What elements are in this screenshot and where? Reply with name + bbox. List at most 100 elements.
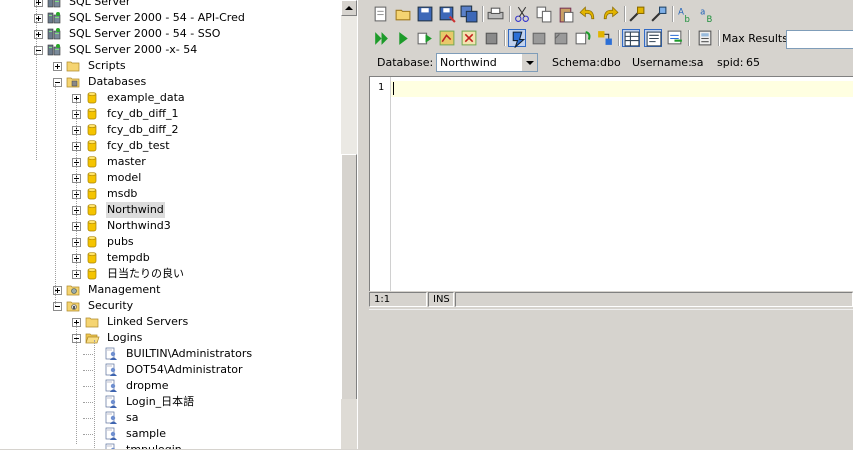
scroll-up-button[interactable] [341, 0, 357, 16]
tree-node-label[interactable]: fcy_db_diff_1 [106, 106, 180, 122]
tree-node-label[interactable]: BUILTIN\Administrators [125, 346, 253, 362]
tree-node[interactable]: SQL Server [0, 0, 341, 10]
tree-node[interactable]: SQL Server 2000 - 54 - SSO [0, 26, 341, 42]
tree-node-label[interactable]: SQL Server [68, 0, 131, 10]
tree-node[interactable]: DOT54\Administrator [0, 362, 341, 378]
scroll-track[interactable] [341, 399, 357, 449]
max-results-input[interactable] [786, 30, 853, 49]
rollback-icon[interactable] [552, 29, 570, 47]
tree-node-label[interactable]: Northwind [106, 202, 165, 218]
tree-node[interactable]: model [0, 170, 341, 186]
save-all-icon[interactable] [460, 5, 478, 23]
expand-icon[interactable] [53, 62, 62, 71]
tree-node-label[interactable]: msdb [106, 186, 138, 202]
tree-node[interactable]: tempdb [0, 250, 341, 266]
tree-node[interactable]: example_data [0, 90, 341, 106]
tree-node[interactable]: 日当たりの良い [0, 266, 341, 282]
print-icon[interactable] [486, 5, 504, 23]
tree-node-label[interactable]: example_data [106, 90, 186, 106]
tree-node-label[interactable]: master [106, 154, 147, 170]
tree-node[interactable]: Login_日本語 [0, 394, 341, 410]
commit-icon[interactable] [530, 29, 548, 47]
tree-node-label[interactable]: sa [125, 410, 139, 426]
tree-node[interactable]: Databases [0, 74, 341, 90]
tree-node-label[interactable]: Scripts [87, 58, 127, 74]
tree-node-label[interactable]: pubs [106, 234, 135, 250]
redo-icon[interactable] [601, 5, 619, 23]
panel-splitter[interactable] [357, 0, 367, 449]
copy-icon[interactable] [535, 5, 553, 23]
execute-current-icon[interactable] [416, 29, 434, 47]
undo-icon[interactable] [579, 5, 597, 23]
execute-all-icon[interactable] [372, 29, 390, 47]
tree-node[interactable]: pubs [0, 234, 341, 250]
tree-node[interactable]: Northwind [0, 202, 341, 218]
tree-node-label[interactable]: Logins [106, 330, 143, 346]
results-panel[interactable] [369, 309, 853, 450]
tree-node[interactable]: Security [0, 298, 341, 314]
tree-node-label[interactable]: SQL Server 2000 - 54 - API-Cred [68, 10, 246, 26]
tree-node[interactable]: Logins [0, 330, 341, 346]
grid-results-icon[interactable] [622, 29, 640, 47]
explain-plan-icon[interactable] [438, 29, 456, 47]
tree-node-label[interactable]: Management [87, 282, 161, 298]
tree-node[interactable]: msdb [0, 186, 341, 202]
tree-node-label[interactable]: Login_日本語 [125, 394, 195, 410]
save-icon[interactable] [416, 5, 434, 23]
format-sql-icon[interactable]: Ab [676, 5, 694, 24]
new-query-icon[interactable] [372, 5, 390, 23]
tree-node[interactable]: sa [0, 410, 341, 426]
tree-node[interactable]: Linked Servers [0, 314, 341, 330]
tree-node[interactable]: Northwind3 [0, 218, 341, 234]
tree-node-label[interactable]: tempdb [106, 250, 151, 266]
execute-script-icon[interactable] [460, 29, 478, 47]
tree-node-label[interactable]: sample [125, 426, 167, 442]
cut-icon[interactable] [513, 5, 531, 23]
text-results-icon[interactable] [644, 29, 662, 47]
scroll-thumb[interactable] [341, 154, 357, 400]
chevron-down-icon[interactable] [521, 54, 537, 71]
unformat-sql-icon[interactable]: aB [698, 5, 716, 24]
sql-editor[interactable]: 1 [369, 76, 853, 291]
stop-icon[interactable] [482, 29, 500, 47]
calculator-icon[interactable] [696, 29, 714, 47]
tree-node-label[interactable]: Databases [87, 74, 147, 90]
tree-node[interactable]: dropme [0, 378, 341, 394]
tree-node-label[interactable]: 日当たりの良い [106, 266, 185, 282]
auto-commit-icon[interactable] [508, 29, 526, 49]
database-select[interactable]: Northwind [436, 53, 538, 72]
tree-node[interactable]: sample [0, 426, 341, 442]
tree-node[interactable]: SQL Server 2000 -x- 54 [0, 42, 341, 58]
tree-node-label[interactable]: dropme [125, 378, 169, 394]
execute-icon[interactable] [394, 29, 412, 47]
tree-node[interactable]: fcy_db_test [0, 138, 341, 154]
query-builder-icon[interactable] [596, 29, 614, 47]
export-icon[interactable] [666, 29, 684, 47]
refresh-icon[interactable] [574, 29, 592, 47]
tree-node[interactable]: fcy_db_diff_1 [0, 106, 341, 122]
tree-node-label[interactable]: SQL Server 2000 -x- 54 [68, 42, 198, 58]
tree-node-label[interactable]: tmpulogin [125, 442, 183, 449]
tree-node[interactable]: master [0, 154, 341, 170]
tree-node-label[interactable]: Security [87, 298, 134, 314]
find-icon[interactable] [628, 5, 646, 23]
tree-node[interactable]: BUILTIN\Administrators [0, 346, 341, 362]
save-as-icon[interactable] [438, 5, 456, 23]
tree-node[interactable]: SQL Server 2000 - 54 - API-Cred [0, 10, 341, 26]
tree-node-label[interactable]: model [106, 170, 142, 186]
open-folder-icon[interactable] [394, 5, 412, 23]
tree-node-label[interactable]: fcy_db_diff_2 [106, 122, 180, 138]
tree-node[interactable]: fcy_db_diff_2 [0, 122, 341, 138]
tree-node-label[interactable]: Linked Servers [106, 314, 189, 330]
object-tree[interactable]: SQL Server SQL Server 2000 - 54 - API-Cre… [0, 0, 341, 449]
tree-node-label[interactable]: DOT54\Administrator [125, 362, 244, 378]
tree-vertical-scrollbar[interactable] [341, 0, 357, 449]
paste-icon[interactable] [557, 5, 575, 23]
tree-node-label[interactable]: SQL Server 2000 - 54 - SSO [68, 26, 221, 42]
tree-node-label[interactable]: Northwind3 [106, 218, 172, 234]
tree-node-label[interactable]: fcy_db_test [106, 138, 171, 154]
tree-node[interactable]: Scripts [0, 58, 341, 74]
tree-node[interactable]: Management [0, 282, 341, 298]
find-replace-icon[interactable] [650, 5, 668, 23]
tree-node[interactable]: tmpulogin [0, 442, 341, 449]
